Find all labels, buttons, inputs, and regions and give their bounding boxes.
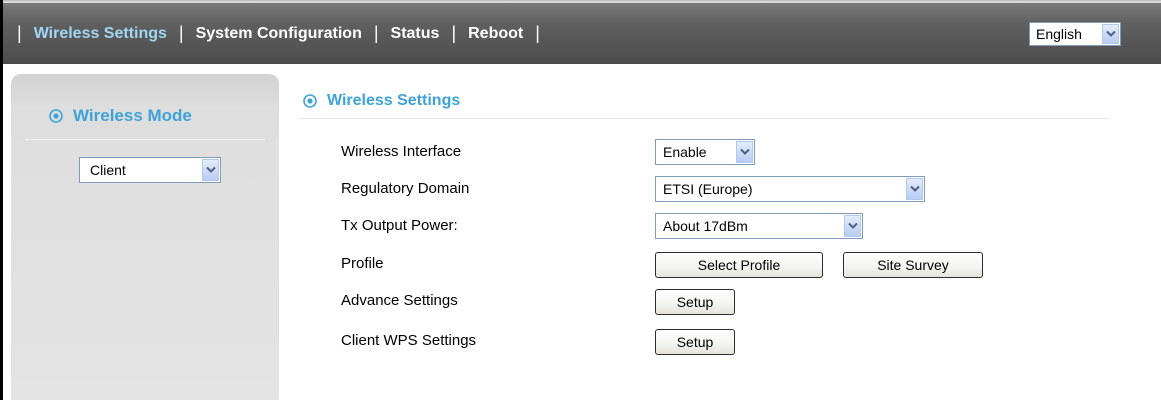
- nav-separator: |: [535, 23, 540, 43]
- profile-label: Profile: [341, 255, 384, 272]
- advance-settings-setup-button[interactable]: Setup: [655, 289, 735, 315]
- chevron-down-icon[interactable]: [844, 215, 861, 237]
- target-circle-icon: [303, 94, 317, 108]
- nav-reboot[interactable]: Reboot: [468, 25, 523, 43]
- section-title-text: Wireless Settings: [327, 92, 461, 109]
- sidebar-divider: [25, 139, 265, 140]
- sidebar-title: Wireless Mode: [49, 106, 192, 126]
- chevron-down-icon[interactable]: [1102, 24, 1119, 44]
- nav-status[interactable]: Status: [391, 25, 440, 43]
- section-title: Wireless Settings: [303, 92, 460, 110]
- main-nav: | Wireless Settings | System Configurati…: [3, 3, 552, 64]
- tx-output-power-value: About 17dBm: [663, 218, 748, 234]
- nav-separator: |: [17, 23, 22, 43]
- sidebar-title-text: Wireless Mode: [73, 106, 192, 125]
- sidebar: Wireless Mode Client: [11, 74, 279, 400]
- page-frame: | Wireless Settings | System Configurati…: [0, 0, 1161, 400]
- chevron-down-icon[interactable]: [736, 141, 753, 163]
- chevron-down-icon[interactable]: [906, 178, 923, 200]
- tx-output-power-select[interactable]: About 17dBm: [655, 213, 863, 239]
- wireless-mode-select[interactable]: Client: [79, 157, 221, 183]
- wireless-mode-value: Client: [90, 162, 126, 178]
- nav-system-configuration[interactable]: System Configuration: [196, 25, 362, 43]
- top-nav-bar: | Wireless Settings | System Configurati…: [3, 3, 1161, 64]
- wireless-interface-value: Enable: [663, 144, 707, 160]
- wireless-interface-select[interactable]: Enable: [655, 139, 755, 165]
- language-select[interactable]: English: [1029, 22, 1121, 46]
- regulatory-domain-label: Regulatory Domain: [341, 180, 470, 197]
- target-circle-icon: [49, 109, 63, 123]
- nav-separator: |: [451, 23, 457, 43]
- advance-settings-label: Advance Settings: [341, 292, 458, 309]
- language-select-value: English: [1036, 26, 1082, 42]
- site-survey-button[interactable]: Site Survey: [843, 252, 983, 278]
- nav-wireless-settings[interactable]: Wireless Settings: [34, 25, 167, 43]
- wireless-interface-label: Wireless Interface: [341, 143, 462, 160]
- client-wps-setup-button[interactable]: Setup: [655, 329, 735, 355]
- chevron-down-icon[interactable]: [202, 159, 219, 181]
- tx-output-power-label: Tx Output Power:: [341, 217, 458, 234]
- client-wps-settings-label: Client WPS Settings: [341, 332, 477, 349]
- nav-separator: |: [373, 23, 379, 43]
- regulatory-domain-select[interactable]: ETSI (Europe): [655, 176, 925, 202]
- regulatory-domain-value: ETSI (Europe): [663, 181, 753, 197]
- select-profile-button[interactable]: Select Profile: [655, 252, 823, 278]
- nav-separator: |: [178, 23, 184, 43]
- section-divider: [298, 118, 1110, 119]
